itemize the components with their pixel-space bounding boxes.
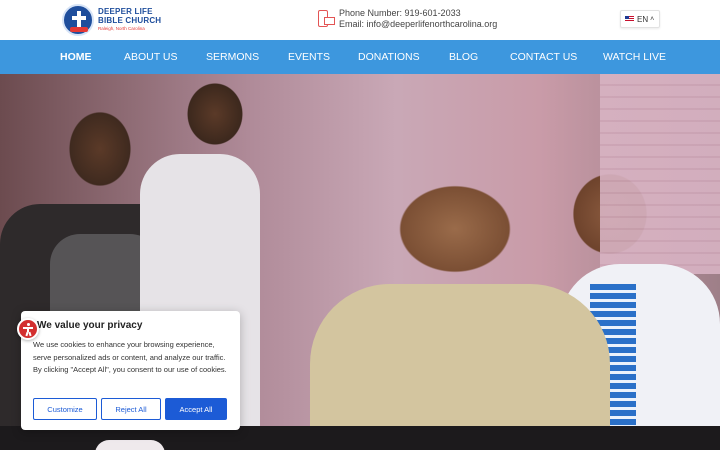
accessibility-button[interactable] [17, 318, 39, 340]
church-logo[interactable]: DEEPER LIFE BIBLE CHURCH Raleigh, North … [62, 4, 161, 36]
top-header: DEEPER LIFE BIBLE CHURCH Raleigh, North … [0, 0, 720, 40]
contact-info: Phone Number: 919-601-2033 Email: info@d… [316, 8, 497, 30]
cross-bible-logo-icon [62, 4, 94, 36]
chevron-up-icon: ˄ [650, 15, 655, 23]
logo-line-2: BIBLE CHURCH [98, 16, 162, 26]
nav-item-donations[interactable]: DONATIONS [358, 40, 420, 74]
cookie-description: We use cookies to enhance your browsing … [33, 340, 227, 374]
reject-all-button[interactable]: Reject All [101, 398, 161, 420]
logo-line-1: DEEPER LIFE [98, 7, 153, 17]
logo-location: Raleigh, North Carolina [98, 26, 145, 32]
cookie-title: We value your privacy [37, 320, 143, 331]
language-code: EN [637, 14, 649, 24]
phone-email-icon [316, 9, 336, 29]
us-flag-icon [625, 16, 634, 22]
phone-number[interactable]: Phone Number: 919-601-2033 [339, 8, 497, 19]
nav-item-home[interactable]: HOME [60, 40, 92, 74]
logo-text: DEEPER LIFE BIBLE CHURCH Raleigh, North … [98, 8, 161, 32]
nav-item-about-us[interactable]: ABOUT US [124, 40, 177, 74]
language-selector[interactable]: EN ˄ [620, 10, 660, 28]
next-section-image [95, 440, 165, 450]
email-address[interactable]: Email: info@deeperlifenorthcarolina.org [339, 19, 497, 30]
accept-all-button[interactable]: Accept All [165, 398, 227, 420]
nav-item-sermons[interactable]: SERMONS [206, 40, 259, 74]
cookie-consent-banner: We value your privacy We use cookies to … [21, 311, 240, 430]
main-nav: HOME ABOUT US SERMONS EVENTS DONATIONS B… [0, 40, 720, 74]
nav-item-watch-live[interactable]: WATCH LIVE [603, 40, 666, 74]
nav-item-blog[interactable]: BLOG [449, 40, 478, 74]
nav-item-contact-us[interactable]: CONTACT US [510, 40, 577, 74]
customize-button[interactable]: Customize [33, 398, 97, 420]
nav-item-events[interactable]: EVENTS [288, 40, 330, 74]
